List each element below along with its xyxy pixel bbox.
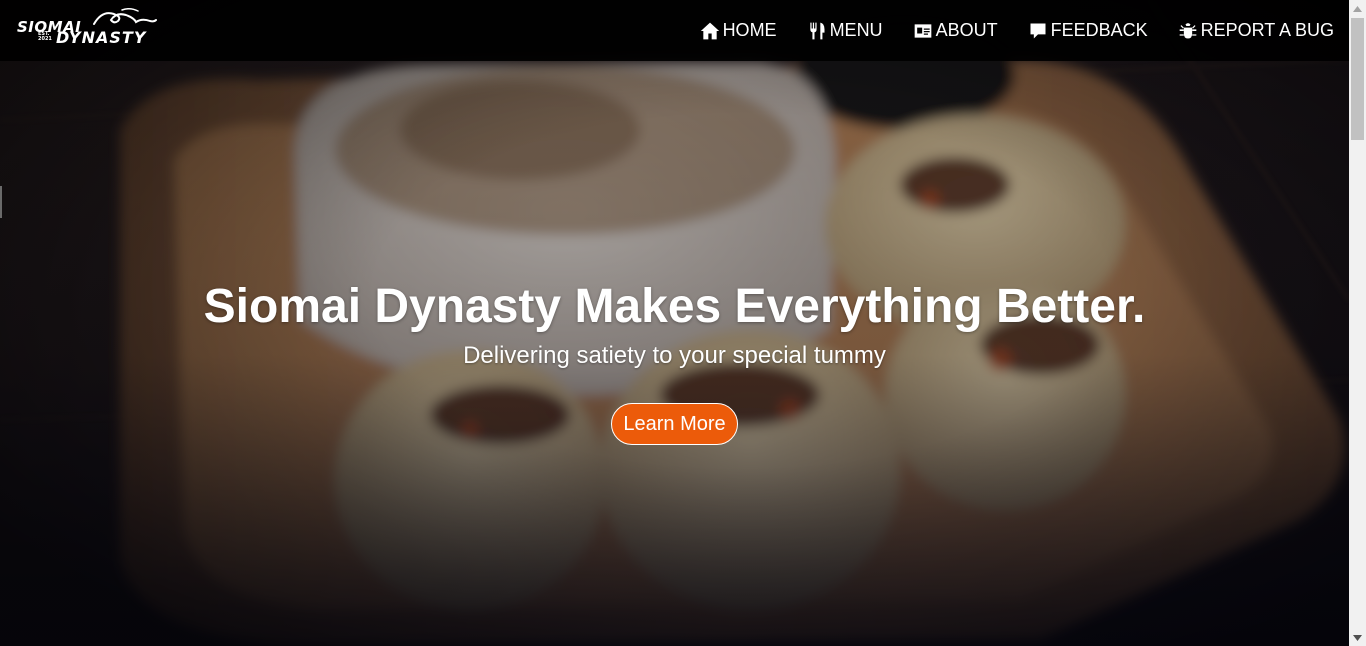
scroll-up-arrow-icon[interactable]: [1349, 0, 1366, 17]
brand-established: EST. 2021: [38, 31, 52, 42]
home-icon: [700, 22, 719, 39]
window-edge-marker: [0, 186, 2, 218]
main-nav: HOME MENU ABOUT FEEDBACK REPORT A BUG: [670, 0, 1334, 61]
navbar: SIOMAI EST. 2021 DYNASTY HOME MENU ABOUT…: [0, 0, 1349, 61]
browser-viewport: SIOMAI EST. 2021 DYNASTY HOME MENU ABOUT…: [0, 0, 1366, 646]
brand-logo[interactable]: SIOMAI EST. 2021 DYNASTY: [14, 4, 160, 50]
nav-item-menu[interactable]: MENU: [807, 20, 883, 41]
nav-item-label: MENU: [829, 20, 883, 40]
utensils-icon: [809, 22, 825, 39]
comment-icon: [1030, 23, 1046, 38]
nav-item-home[interactable]: HOME: [700, 20, 777, 41]
nav-item-feedback[interactable]: FEEDBACK: [1028, 20, 1148, 41]
scroll-down-arrow-icon[interactable]: [1349, 629, 1366, 646]
nav-item-label: REPORT A BUG: [1200, 20, 1334, 40]
bug-icon: [1179, 22, 1196, 38]
hero-content: Siomai Dynasty Makes Everything Better. …: [0, 278, 1349, 445]
vertical-scrollbar[interactable]: [1349, 0, 1366, 646]
wave-logo-icon: [93, 7, 157, 25]
hero-subtitle: Delivering satiety to your special tummy: [463, 342, 886, 369]
nav-item-report-bug[interactable]: REPORT A BUG: [1178, 20, 1334, 41]
id-card-icon: [914, 23, 931, 38]
nav-item-label: ABOUT: [935, 20, 998, 40]
scrollbar-thumb[interactable]: [1351, 18, 1364, 140]
hero-title: Siomai Dynasty Makes Everything Better.: [203, 280, 1146, 333]
brand-name-bottom: DYNASTY: [56, 28, 147, 47]
nav-item-label: FEEDBACK: [1050, 20, 1148, 40]
learn-more-button[interactable]: Learn More: [611, 403, 738, 445]
nav-item-label: HOME: [722, 20, 777, 40]
nav-item-about[interactable]: ABOUT: [913, 20, 998, 41]
